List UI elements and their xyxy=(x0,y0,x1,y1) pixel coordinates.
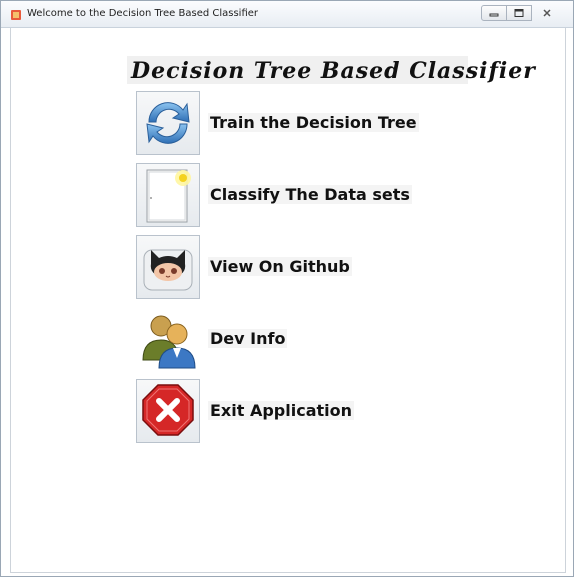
github-octocat-icon xyxy=(136,235,200,299)
train-tree-label: Train the Decision Tree xyxy=(208,113,419,132)
java-app-icon xyxy=(11,10,21,20)
window-controls xyxy=(481,5,563,21)
app-heading: Decision Tree Based Classifier xyxy=(127,56,535,84)
classify-data-label: Classify The Data sets xyxy=(208,185,412,204)
window-title: Welcome to the Decision Tree Based Class… xyxy=(27,8,259,19)
view-github-button[interactable]: View On Github xyxy=(136,235,416,301)
app-heading-text: Decision Tree Based Classifier xyxy=(131,58,536,84)
title-bar[interactable]: Welcome to the Decision Tree Based Class… xyxy=(1,1,573,28)
stop-x-icon xyxy=(136,379,200,443)
close-icon xyxy=(543,9,551,17)
classify-data-button[interactable]: Classify The Data sets xyxy=(136,163,416,229)
refresh-icon xyxy=(136,91,200,155)
dev-info-label: Dev Info xyxy=(208,329,288,348)
dev-info-button[interactable]: Dev Info xyxy=(136,307,416,373)
minimize-button[interactable] xyxy=(481,5,507,21)
view-github-label: View On Github xyxy=(208,257,352,276)
users-icon xyxy=(136,307,200,371)
maximize-button[interactable] xyxy=(506,5,532,21)
train-tree-button[interactable]: Train the Decision Tree xyxy=(136,91,419,157)
maximize-icon xyxy=(514,9,524,17)
exit-application-button[interactable]: Exit Application xyxy=(136,379,416,445)
exit-application-label: Exit Application xyxy=(208,401,355,420)
document-icon xyxy=(136,163,200,227)
minimize-icon xyxy=(489,13,499,17)
close-button[interactable] xyxy=(531,5,563,21)
